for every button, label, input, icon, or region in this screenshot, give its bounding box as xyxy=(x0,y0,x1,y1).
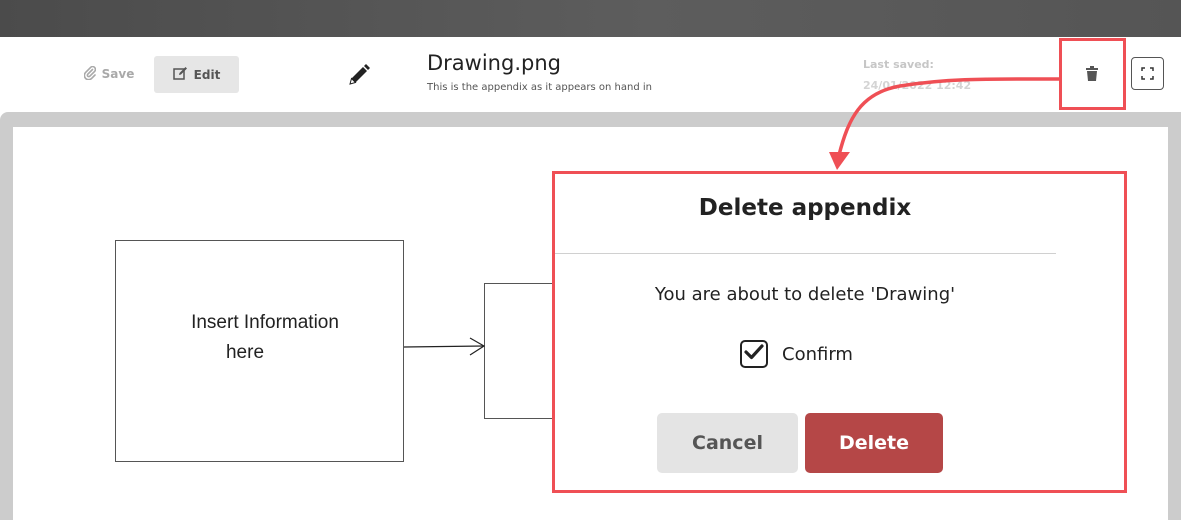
drawing-box-text-line2: here xyxy=(225,342,265,363)
file-subtitle: This is the appendix as it appears on ha… xyxy=(427,82,652,93)
edit-button[interactable]: Edit xyxy=(154,56,239,93)
app-top-bar xyxy=(0,0,1181,37)
fullscreen-button[interactable] xyxy=(1131,57,1164,90)
fullscreen-icon xyxy=(1132,67,1163,93)
drawing-box-text: Insert Information here xyxy=(160,308,370,368)
last-saved-value: 24/01/2022 12:42 xyxy=(863,79,972,92)
save-button[interactable]: Save xyxy=(74,56,144,92)
highlight-dialog-annotation xyxy=(552,171,1127,493)
file-title: Drawing.png xyxy=(427,51,561,75)
paperclip-icon xyxy=(83,65,96,83)
save-label: Save xyxy=(101,67,135,81)
pencil-icon[interactable] xyxy=(347,63,371,87)
drawing-box-text-line1: Insert Information xyxy=(191,312,339,333)
highlight-trash-annotation xyxy=(1059,38,1126,110)
last-saved-label: Last saved: xyxy=(863,58,934,71)
edit-label: Edit xyxy=(193,67,221,82)
edit-icon xyxy=(172,66,188,83)
